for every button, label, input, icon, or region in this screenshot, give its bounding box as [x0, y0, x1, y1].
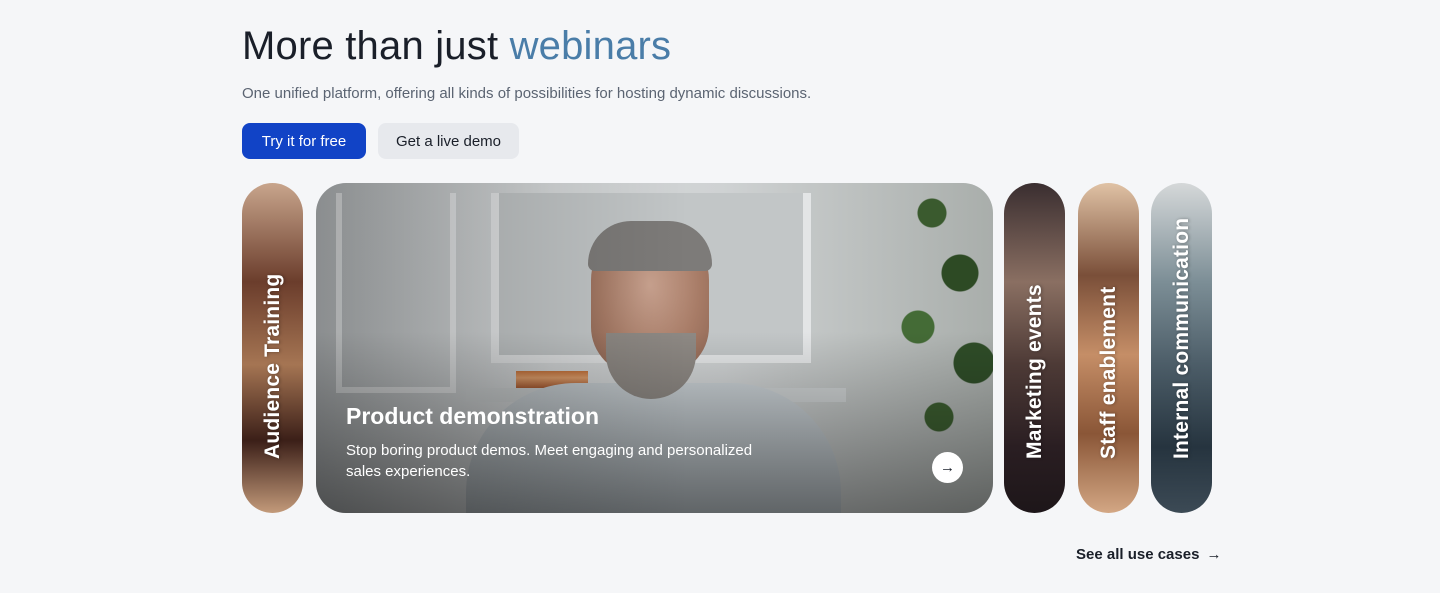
page-subtitle: One unified platform, offering all kinds… [242, 85, 812, 102]
card-description: Stop boring product demos. Meet engaging… [346, 442, 753, 480]
page-title: More than just webinars [242, 24, 671, 69]
card-arrow-button[interactable]: → [932, 452, 963, 483]
use-case-card-product-demonstration[interactable]: Product demonstration Stop boring produc… [316, 183, 993, 513]
use-case-label: Internal communication [1169, 217, 1193, 459]
use-case-audience-training[interactable]: Audience Training [242, 183, 303, 513]
use-case-label: Staff enablement [1096, 286, 1120, 459]
use-case-staff-enablement[interactable]: Staff enablement [1078, 183, 1139, 513]
try-free-button[interactable]: Try it for free [242, 123, 366, 159]
arrow-right-icon: → [940, 459, 955, 476]
live-demo-button[interactable]: Get a live demo [378, 123, 519, 159]
use-case-label: Marketing events [1022, 284, 1046, 459]
use-case-label: Audience Training [260, 273, 284, 459]
use-case-marketing-events[interactable]: Marketing events [1004, 183, 1065, 513]
use-case-internal-communication[interactable]: Internal communication [1151, 183, 1212, 513]
title-accent: webinars [509, 24, 672, 68]
title-main: More than just [242, 24, 510, 68]
card-title: Product demonstration [346, 403, 600, 429]
see-all-use-cases-link[interactable]: See all use cases → [1076, 546, 1221, 563]
arrow-right-icon: → [1206, 546, 1222, 563]
see-all-label: See all use cases [1076, 546, 1200, 563]
